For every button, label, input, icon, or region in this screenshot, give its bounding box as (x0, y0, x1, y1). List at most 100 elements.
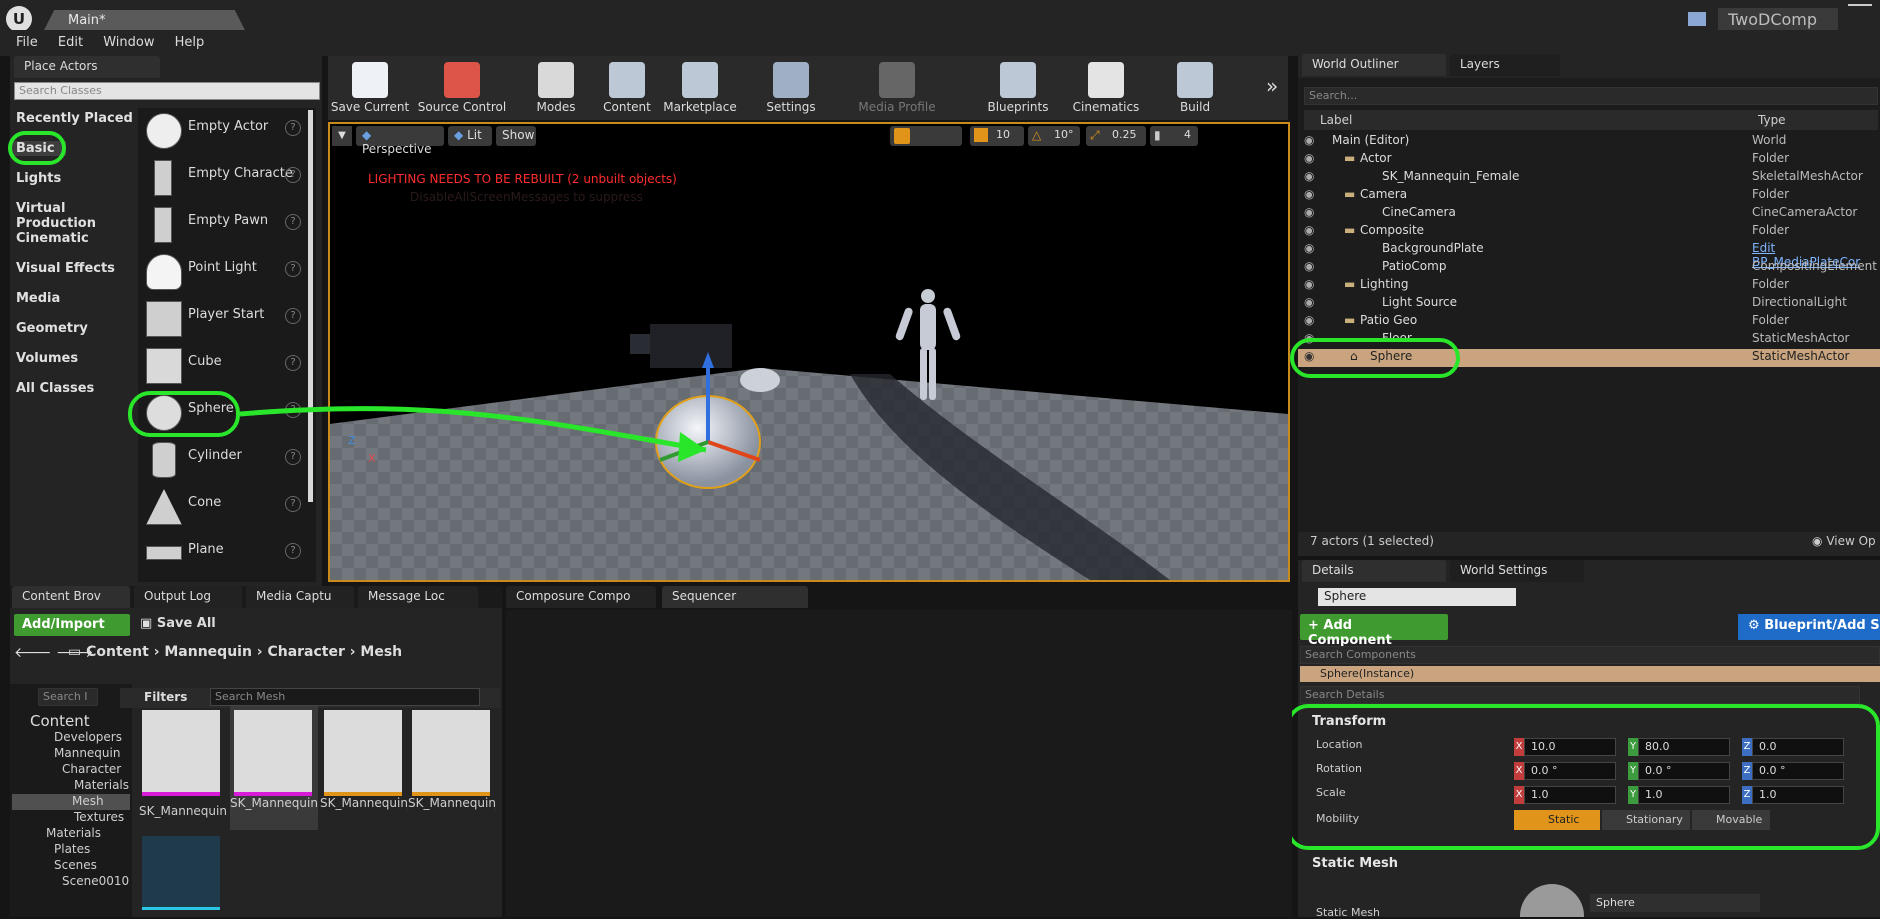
eye-icon[interactable]: ◉ (1304, 133, 1314, 147)
tree-item-mesh[interactable]: Mesh (12, 794, 130, 810)
tree-item-scene0010[interactable]: Scene0010 (62, 874, 129, 888)
minimize-icon[interactable] (1848, 4, 1872, 6)
outliner-row[interactable]: ◉ PatioComp CompositingElement (1298, 259, 1880, 277)
category-geometry[interactable]: Geometry (10, 321, 135, 336)
rotation-snap-toggle[interactable]: △ 10° (1028, 126, 1080, 146)
lit-button[interactable]: ◆ Lit (448, 126, 492, 146)
outliner-row[interactable]: ◉ ▬ Lighting Folder (1298, 277, 1880, 295)
help-icon[interactable]: ? (285, 261, 301, 277)
asset-sk-mannequin-female-physics[interactable] (324, 710, 402, 796)
col-type[interactable]: Type (1758, 113, 1786, 127)
tree-item-materials[interactable]: Materials (74, 778, 129, 792)
tree-item-textures[interactable]: Textures (74, 810, 124, 824)
tab-sequencer[interactable]: Sequencer (662, 586, 808, 608)
help-icon[interactable]: ? (285, 120, 301, 136)
help-icon[interactable]: ? (285, 355, 301, 371)
menu-window[interactable]: Window (103, 35, 154, 50)
category-media[interactable]: Media (10, 291, 135, 306)
chevron-right-icon[interactable]: » (1266, 74, 1278, 98)
outliner-row[interactable]: ◉ Main (Editor) World (1298, 133, 1880, 151)
outliner-row[interactable]: ◉ ▬ Camera Folder (1298, 187, 1880, 205)
tree-item-scenes[interactable]: Scenes (54, 858, 97, 872)
media-profile-button[interactable]: Media Profile (854, 56, 940, 120)
eye-icon[interactable]: ◉ (1304, 241, 1314, 255)
outliner-row[interactable]: ◉ ▬ Actor Folder (1298, 151, 1880, 169)
view-options-button[interactable]: ◉ View Op (1812, 534, 1876, 548)
eye-icon[interactable]: ◉ (1304, 259, 1314, 273)
help-icon[interactable]: ? (285, 167, 301, 183)
outliner-row[interactable]: ◉ SK_Mannequin_Female SkeletalMeshActor (1298, 169, 1880, 187)
outliner-row[interactable]: ◉ Light Source DirectionalLight (1298, 295, 1880, 313)
blueprint-button[interactable]: ⚙ Blueprint/Add Sc (1738, 614, 1880, 640)
eye-icon[interactable]: ◉ (1304, 313, 1314, 327)
tree-item-character[interactable]: Character (62, 762, 121, 776)
asset-sk-mannequin[interactable] (142, 710, 220, 796)
actor-empty-actor[interactable]: Empty Actor? (140, 107, 315, 153)
scale-snap-toggle[interactable]: ⤢ 0.25 (1086, 126, 1146, 146)
save-current-button[interactable]: Save Current (328, 56, 412, 120)
feedback-icon[interactable] (1688, 12, 1706, 26)
add-component-button[interactable]: + Add Component (1300, 614, 1448, 648)
eye-icon[interactable]: ◉ (1304, 151, 1314, 165)
search-mesh-input[interactable]: Search Mesh (210, 688, 480, 706)
actor-player-start[interactable]: Player Start? (140, 295, 315, 341)
level-viewport[interactable]: Z X ▼ ◆ Perspective ◆ Lit Show 10 △ 10° ⤢… (328, 122, 1290, 582)
eye-icon[interactable]: ◉ (1304, 169, 1314, 183)
tree-item-content[interactable]: Content (30, 712, 90, 730)
breadcrumb-content[interactable]: Content (86, 644, 149, 660)
transform-tools[interactable] (890, 126, 962, 146)
actor-point-light[interactable]: Point Light? (140, 248, 315, 294)
category-recently-placed[interactable]: Recently Placed (10, 111, 135, 126)
outliner-row[interactable]: ◉ ▬ Composite Folder (1298, 223, 1880, 241)
help-icon[interactable]: ? (285, 543, 301, 559)
search-details-input[interactable]: Search Details (1300, 686, 1860, 704)
actor-cube[interactable]: Cube? (140, 342, 315, 388)
camera-speed-button[interactable]: ▮ 4 (1150, 126, 1198, 146)
blueprints-button[interactable]: Blueprints (980, 56, 1056, 120)
category-visual-effects[interactable]: Visual Effects (10, 261, 135, 276)
eye-icon[interactable]: ◉ (1304, 277, 1314, 291)
actor-cone[interactable]: Cone? (140, 483, 315, 529)
instance-row[interactable]: Sphere(Instance) (1300, 666, 1880, 682)
tab-output-log[interactable]: Output Log (134, 586, 242, 608)
tree-item-materials-root[interactable]: Materials (46, 826, 101, 840)
help-icon[interactable]: ? (285, 214, 301, 230)
build-button[interactable]: Build (1160, 56, 1230, 120)
folder-search-input[interactable]: Search I (38, 688, 98, 706)
tab-world-settings[interactable]: World Settings (1450, 560, 1584, 582)
tree-item-plates[interactable]: Plates (54, 842, 90, 856)
source-control-button[interactable]: Source Control (414, 56, 510, 120)
breadcrumb-character[interactable]: Character (267, 644, 344, 660)
viewport-options-dropdown[interactable]: ▼ (332, 126, 352, 146)
tab-content-browser[interactable]: Content Brov (12, 586, 130, 608)
asset-sk-mannequin-female[interactable] (234, 710, 312, 796)
tab-place-actors[interactable]: Place Actors (14, 56, 160, 78)
modes-button[interactable]: Modes (524, 56, 588, 120)
asset-skeleton[interactable] (142, 836, 220, 910)
sequencer-area[interactable] (506, 610, 1292, 917)
menu-file[interactable]: File (16, 35, 38, 50)
eye-icon[interactable]: ◉ (1304, 205, 1314, 219)
tree-item-mannequin[interactable]: Mannequin (54, 746, 120, 760)
mesh-thumbnail[interactable] (1520, 884, 1584, 917)
show-button[interactable]: Show (496, 126, 536, 146)
grid-snap-toggle[interactable]: 10 (970, 126, 1024, 146)
static-mesh-dropdown[interactable]: Sphere (1590, 894, 1760, 912)
outliner-row[interactable]: ◉ CineCamera CineCameraActor (1298, 205, 1880, 223)
translate-icon[interactable] (894, 128, 910, 144)
filters-button[interactable]: Filters (144, 690, 187, 704)
eye-icon[interactable]: ◉ (1304, 187, 1314, 201)
actor-name-field[interactable]: Sphere (1318, 588, 1516, 606)
help-icon[interactable]: ? (285, 496, 301, 512)
breadcrumb-mesh[interactable]: Mesh (360, 644, 402, 660)
marketplace-button[interactable]: Marketplace (660, 56, 740, 120)
content-button[interactable]: Content (596, 56, 658, 120)
add-import-button[interactable]: Add/Import (14, 614, 130, 636)
cinematics-button[interactable]: Cinematics (1066, 56, 1146, 120)
eye-icon[interactable]: ◉ (1304, 295, 1314, 309)
outliner-row[interactable]: ◉ BackgroundPlate Edit BP_MediaPlateCor (1298, 241, 1880, 269)
category-volumes[interactable]: Volumes (10, 351, 135, 366)
tab-world-outliner[interactable]: World Outliner (1302, 54, 1446, 76)
tab-composure[interactable]: Composure Compo (506, 586, 656, 608)
tab-details[interactable]: Details (1302, 560, 1446, 582)
